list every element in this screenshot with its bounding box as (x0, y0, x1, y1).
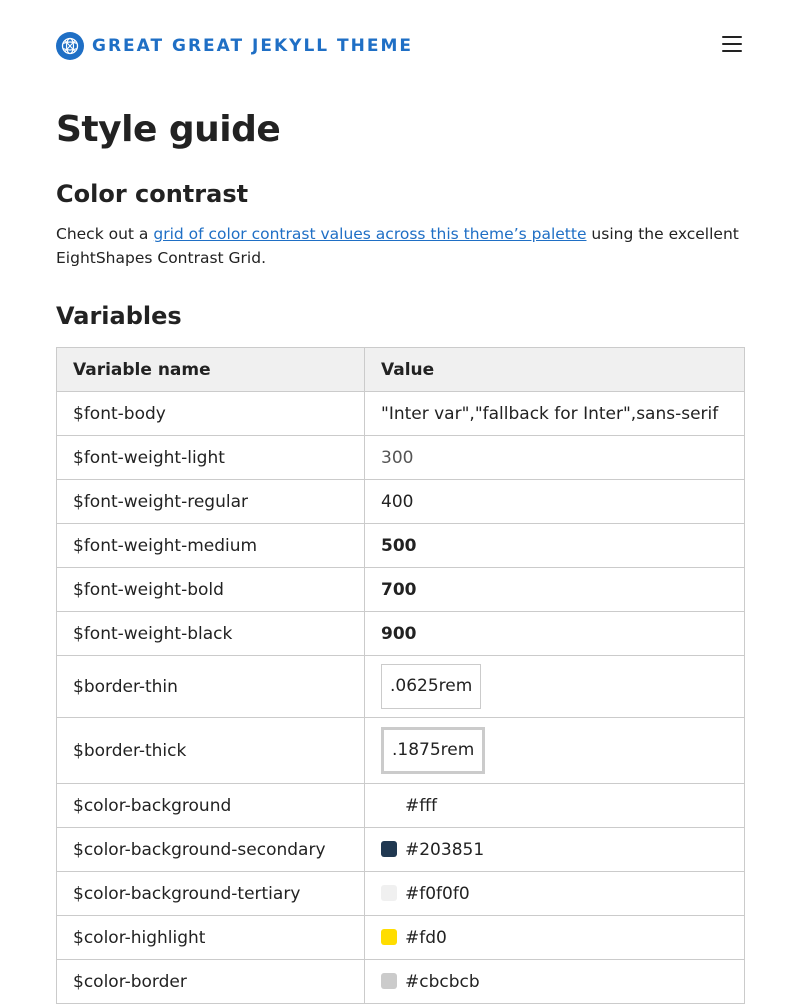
page-title: Style guide (56, 109, 281, 150)
color-contrast-paragraph: Check out a grid of color contrast value… (56, 222, 744, 270)
variable-name-cell: $font-weight-regular (56, 479, 365, 524)
table-row: $font-body "Inter var","fallback for Int… (56, 391, 745, 436)
variable-name-cell: $font-body (56, 391, 365, 436)
color-contrast-heading: Color contrast (56, 180, 249, 208)
variable-value-cell: #cbcbcb (364, 959, 745, 1004)
table-row: $font-weight-light 300 (56, 435, 745, 480)
variable-name-cell: $font-weight-bold (56, 567, 365, 612)
table-row: $font-weight-black 900 (56, 611, 745, 656)
variable-value-cell: .1875rem (364, 717, 745, 784)
variable-name-cell: $border-thin (56, 655, 365, 718)
variable-name-cell: $border-thick (56, 717, 365, 784)
variable-name-cell: $font-weight-light (56, 435, 365, 480)
globe-icon (56, 32, 84, 60)
site-header: GREAT GREAT JEKYLL THEME (0, 0, 800, 90)
border-thin-sample: .0625rem (381, 664, 482, 709)
color-value: #f0f0f0 (405, 883, 470, 904)
variable-name-cell: $font-weight-black (56, 611, 365, 656)
table-row: $color-highlight #fd0 (56, 915, 745, 960)
table-row: $color-background #fff (56, 783, 745, 828)
variable-value-cell: 900 (364, 611, 745, 656)
variable-value-cell: 400 (364, 479, 745, 524)
contrast-grid-link[interactable]: grid of color contrast values across thi… (153, 225, 586, 243)
table-row: $color-background-secondary #203851 (56, 827, 745, 872)
color-value: #203851 (405, 839, 485, 860)
brand-name: GREAT GREAT JEKYLL THEME (92, 36, 413, 56)
main-content: Style guide Color contrast Check out a g… (56, 106, 745, 1004)
variable-name-cell: $color-highlight (56, 915, 365, 960)
column-header-variable-name: Variable name (56, 347, 365, 392)
variable-name-cell: $color-border (56, 959, 365, 1004)
variable-value-cell: #fd0 (364, 915, 745, 960)
column-header-value: Value (364, 347, 745, 392)
variable-value-cell: 700 (364, 567, 745, 612)
color-swatch (381, 840, 397, 857)
variables-table: Variable name Value $font-body "Inter va… (56, 347, 745, 1004)
table-row: $border-thin .0625rem (56, 655, 745, 718)
variable-value-cell: #f0f0f0 (364, 871, 745, 916)
variable-value-cell: "Inter var","fallback for Inter",sans-se… (364, 391, 745, 436)
variable-value-cell: 500 (364, 523, 745, 568)
color-value: #fd0 (405, 927, 447, 948)
table-row: $font-weight-medium 500 (56, 523, 745, 568)
color-swatch (381, 884, 397, 901)
intro-text-before: Check out a (56, 225, 154, 243)
variable-value-cell: .0625rem (364, 655, 745, 718)
variable-name-cell: $font-weight-medium (56, 523, 365, 568)
table-row: $font-weight-bold 700 (56, 567, 745, 612)
variable-name-cell: $color-background-tertiary (56, 871, 365, 916)
table-row: $font-weight-regular 400 (56, 479, 745, 524)
color-swatch (381, 928, 397, 945)
border-thick-sample: .1875rem (381, 727, 486, 774)
table-row: $color-border #cbcbcb (56, 959, 745, 1004)
table-header-row: Variable name Value (56, 347, 745, 392)
variable-value-cell: 300 (364, 435, 745, 480)
brand-link[interactable]: GREAT GREAT JEKYLL THEME (56, 32, 413, 60)
variable-name-cell: $color-background (56, 783, 365, 828)
color-swatch (381, 796, 397, 813)
variables-heading: Variables (56, 302, 182, 330)
table-row: $color-background-tertiary #f0f0f0 (56, 871, 745, 916)
color-swatch (381, 972, 397, 989)
variable-value-cell: #fff (364, 783, 745, 828)
variable-value-cell: #203851 (364, 827, 745, 872)
color-value: #cbcbcb (405, 971, 480, 992)
variable-name-cell: $color-background-secondary (56, 827, 365, 872)
color-value: #fff (405, 795, 437, 816)
hamburger-menu-icon[interactable] (720, 34, 744, 54)
table-row: $border-thick .1875rem (56, 717, 745, 784)
